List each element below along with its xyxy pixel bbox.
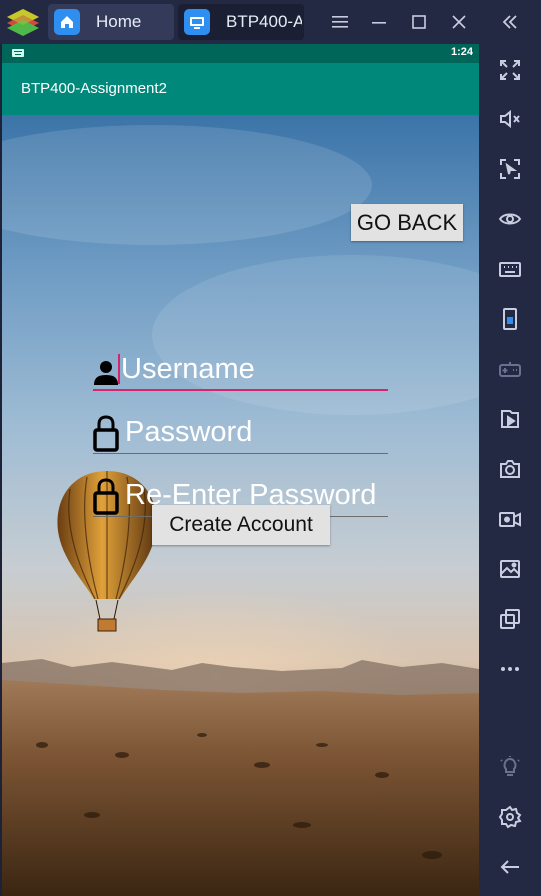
menu-icon[interactable] <box>328 10 352 34</box>
app-icon <box>184 9 210 35</box>
brightness-icon[interactable] <box>497 754 523 780</box>
record-icon[interactable] <box>497 506 523 532</box>
bluestacks-logo-icon <box>7 9 39 36</box>
minimize-icon[interactable] <box>367 10 391 34</box>
username-field[interactable]: Username <box>93 347 388 391</box>
media-import-icon[interactable] <box>497 406 523 432</box>
maximize-icon[interactable] <box>407 10 431 34</box>
password-placeholder: Password <box>125 416 253 448</box>
phone-icon[interactable] <box>497 306 523 332</box>
tab-home-label: Home <box>96 12 142 31</box>
eye-icon[interactable] <box>497 206 523 232</box>
back-arrow-icon[interactable] <box>497 854 523 880</box>
lock-icon <box>93 415 119 452</box>
emulator-title-bar: Home BTP400-A: <box>0 0 541 44</box>
mute-icon[interactable] <box>497 106 523 132</box>
home-icon <box>54 9 80 35</box>
collapse-sidebar-icon[interactable] <box>498 10 522 34</box>
text-cursor <box>118 354 120 384</box>
status-bar: 1:24 <box>2 44 479 63</box>
close-icon[interactable] <box>447 10 471 34</box>
emulator-sidebar <box>479 44 541 896</box>
app-title: BTP400-Assignment2 <box>21 80 167 97</box>
create-account-button[interactable]: Create Account <box>152 505 330 545</box>
status-time: 1:24 <box>450 46 473 58</box>
tab-app[interactable]: BTP400-A: <box>178 4 304 40</box>
background-image: GO BACK Username Password Re-Enter Passw… <box>2 115 479 896</box>
gallery-icon[interactable] <box>497 556 523 582</box>
tab-home[interactable]: Home <box>48 4 174 40</box>
keyboard-icon[interactable] <box>497 256 523 282</box>
username-placeholder: Username <box>121 353 255 385</box>
lock-icon <box>93 478 119 515</box>
gamepad-icon[interactable] <box>497 356 523 382</box>
password-field[interactable]: Password <box>93 410 388 454</box>
go-back-button[interactable]: GO BACK <box>351 204 463 241</box>
fullscreen-icon[interactable] <box>497 57 523 83</box>
multi-instance-icon[interactable] <box>497 606 523 632</box>
password-underline <box>93 452 388 454</box>
keyboard-notification-icon <box>12 49 24 57</box>
more-icon[interactable] <box>497 656 523 682</box>
android-screen: 1:24 BTP400-Assignment2 GO BACK Username… <box>2 44 479 896</box>
cursor-lock-icon[interactable] <box>497 156 523 182</box>
camera-icon[interactable] <box>497 456 523 482</box>
username-underline <box>93 389 388 391</box>
settings-icon[interactable] <box>497 804 523 830</box>
app-bar: BTP400-Assignment2 <box>2 63 479 115</box>
tab-app-label: BTP400-A: <box>226 12 302 31</box>
person-icon <box>94 361 118 385</box>
